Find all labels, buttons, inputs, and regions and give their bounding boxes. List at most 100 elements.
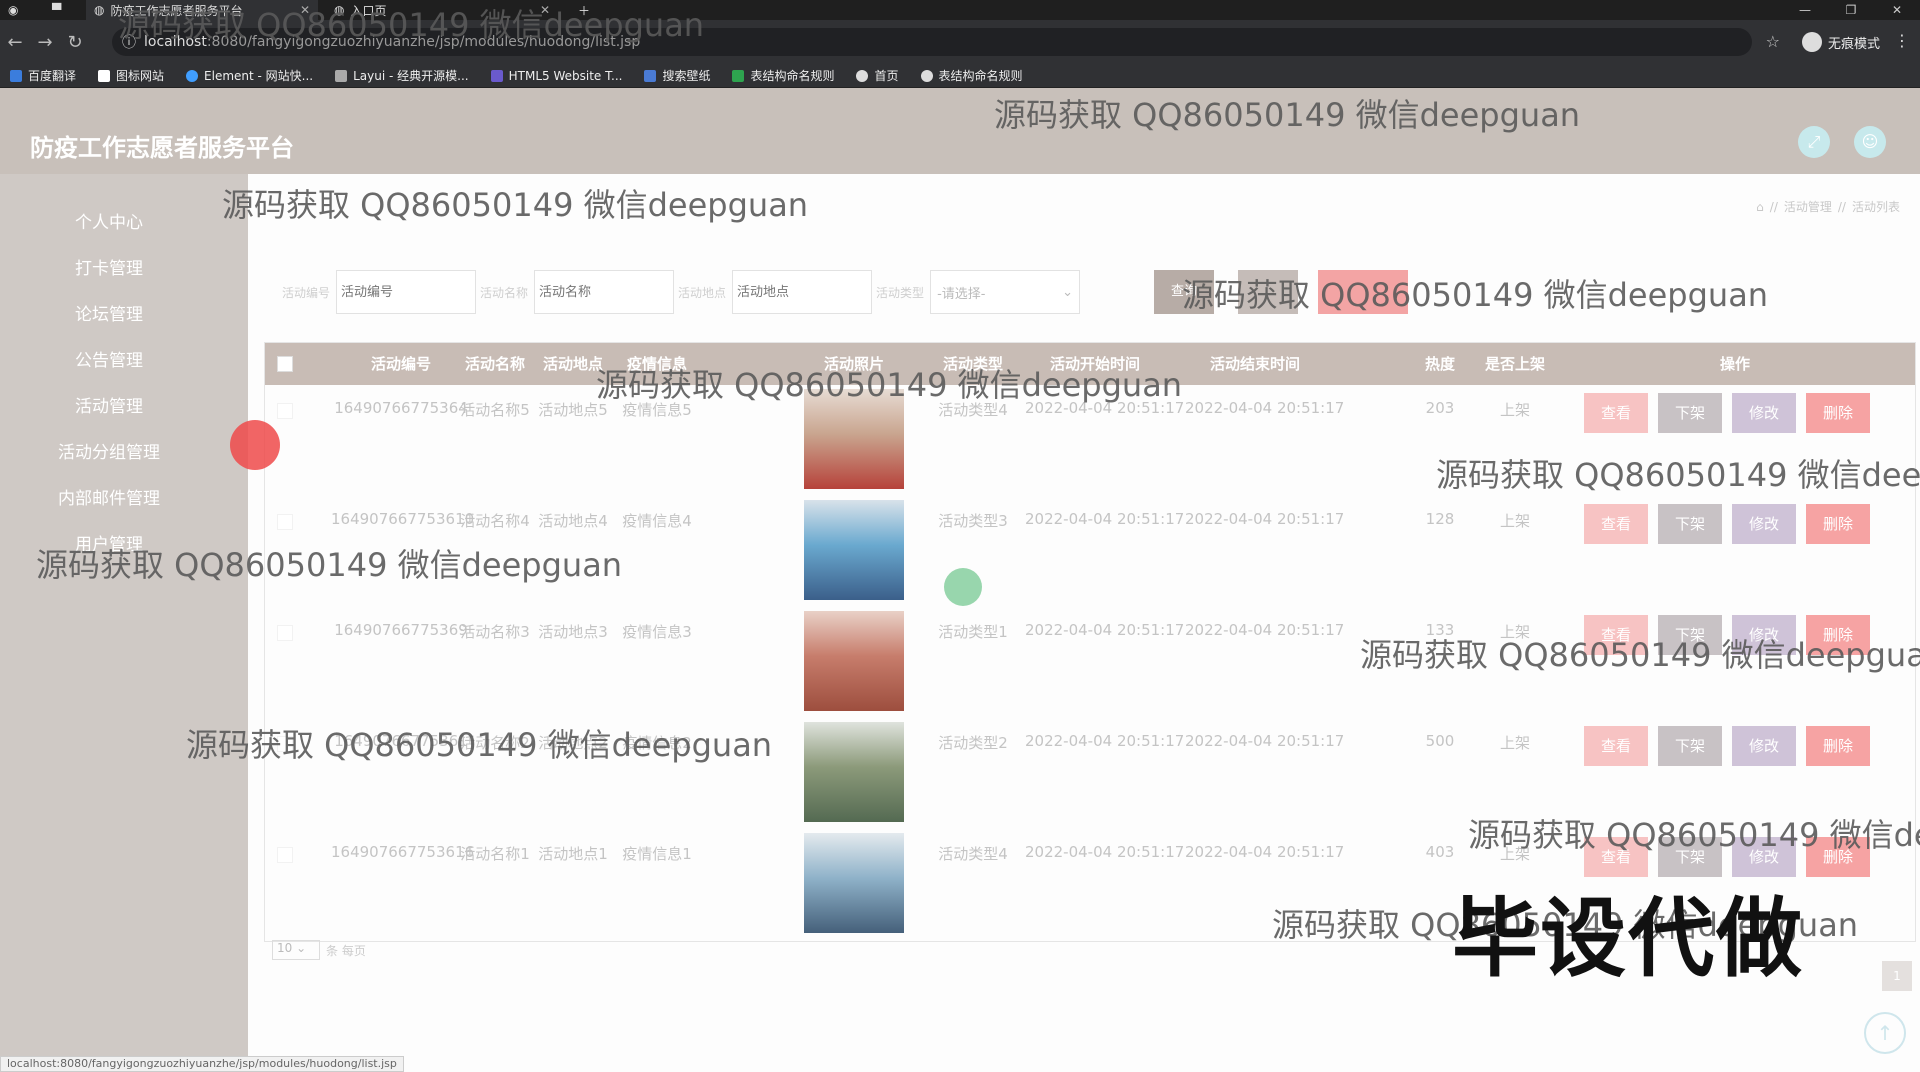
bookmark-star-icon[interactable]: ☆ [1766, 32, 1780, 51]
filter-label: 活动地点 [678, 285, 727, 300]
cell-start-time: 2022-04-04 20:51:17 [1025, 843, 1185, 861]
bookmark-item[interactable]: Layui - 经典开源模... [335, 67, 469, 84]
delete-button[interactable]: 删除 [1806, 726, 1870, 766]
activity-type-select[interactable]: -请选择- ⌄ [930, 270, 1081, 314]
watermark: 源码获取 QQ86050149 微信deepguan [1436, 456, 1920, 494]
globe-icon [920, 69, 933, 82]
bookmark-label: 搜索壁纸 [662, 69, 711, 83]
view-button[interactable]: 查看 [1584, 504, 1648, 544]
row-checkbox[interactable] [277, 847, 293, 863]
cell-status: 上架 [1499, 512, 1530, 530]
row-checkbox[interactable] [277, 514, 293, 530]
watermark: 源码获取 QQ86050149 微信deepguan [1468, 816, 1920, 854]
page-size-value: 10 [277, 941, 293, 955]
home-icon[interactable]: ⌂ [1756, 200, 1764, 214]
back-icon[interactable]: ← [0, 32, 30, 53]
row-checkbox[interactable] [277, 625, 293, 641]
cell-end-time: 2022-04-04 20:51:17 [1185, 732, 1345, 750]
activity-id-input[interactable] [336, 270, 477, 314]
edit-button[interactable]: 修改 [1732, 726, 1796, 766]
cell-heat: 203 [1425, 399, 1455, 417]
incognito-icon [1801, 32, 1822, 52]
select-all-checkbox[interactable] [277, 356, 293, 372]
watermark: 源码获取 QQ86050149 微信deepguan [36, 546, 623, 584]
sidebar-item-forum[interactable]: 论坛管理 [0, 300, 218, 325]
pagination-size: 10 ⌄ 条 每页 [272, 940, 366, 960]
sidebar-item-activity[interactable]: 活动管理 [0, 392, 218, 417]
edit-button[interactable]: 修改 [1732, 504, 1796, 544]
more-menu-icon[interactable]: ⋮ [1894, 31, 1910, 50]
click-indicator [230, 420, 280, 470]
select-value: -请选择- [937, 286, 986, 302]
tab-overview-icon[interactable]: ▀ [44, 0, 84, 20]
wallpaper-icon [644, 69, 657, 82]
breadcrumb: ⌂ // 活动管理 // 活动列表 [1756, 198, 1900, 215]
bookmarks-bar: 百度翻译 图标网站 Element - 网站快... Layui - 经典开源模… [0, 64, 1920, 88]
activity-name-input[interactable] [534, 270, 675, 314]
cell-epidemic-info: 疫情信息1 [622, 845, 692, 863]
watermark: 源码获取 QQ86050149 微信deepguan [186, 726, 773, 764]
page-size-suffix: 条 每页 [326, 943, 366, 958]
fullscreen-icon[interactable]: ⤢ [1798, 126, 1830, 158]
bookmark-label: Layui - 经典开源模... [353, 69, 469, 83]
forward-icon[interactable]: → [30, 32, 60, 53]
profile-button[interactable]: 无痕模式 [1801, 32, 1880, 52]
breadcrumb-separator: // [1837, 199, 1846, 214]
app-title: 防疫工作志愿者服务平台 [30, 134, 294, 162]
user-avatar-icon[interactable]: ☺ [1854, 126, 1886, 158]
delete-button[interactable]: 删除 [1806, 393, 1870, 433]
browser-menu-icon[interactable]: ◉ [0, 0, 40, 20]
filter-label: 活动名称 [480, 285, 529, 300]
bookmark-item[interactable]: 表结构命名规则 [920, 67, 1023, 84]
bookmark-item[interactable]: 表结构命名规则 [732, 67, 834, 84]
take-down-button[interactable]: 下架 [1658, 726, 1722, 766]
take-down-button[interactable]: 下架 [1658, 504, 1722, 544]
promo-watermark: 毕设代做 [1452, 889, 1804, 989]
column-header: 是否上架 [1484, 355, 1545, 373]
bookmark-item[interactable]: 百度翻译 [10, 67, 76, 84]
breadcrumb-item[interactable]: 活动管理 [1784, 198, 1832, 215]
page-size-select[interactable]: 10 ⌄ [272, 940, 320, 960]
cell-heat: 128 [1425, 510, 1455, 528]
html5-icon [490, 69, 503, 82]
close-window-icon[interactable]: ✕ [1874, 0, 1920, 20]
sidebar-item-notice[interactable]: 公告管理 [0, 346, 218, 371]
activity-photo [804, 722, 904, 822]
view-button[interactable]: 查看 [1584, 393, 1648, 433]
bookmark-item[interactable]: HTML5 Website T... [490, 69, 622, 83]
bookmark-item[interactable]: 首页 [856, 67, 899, 84]
breadcrumb-separator: // [1769, 199, 1778, 214]
sidebar-item-personal-center[interactable]: 个人中心 [0, 208, 218, 233]
cursor-highlight [944, 568, 982, 606]
table-icon [732, 69, 745, 82]
delete-button[interactable]: 删除 [1806, 504, 1870, 544]
back-to-top-icon[interactable]: ↑ [1864, 1012, 1906, 1054]
reload-icon[interactable]: ↻ [60, 32, 90, 53]
layui-icon [335, 69, 348, 82]
column-header: 活动结束时间 [1209, 355, 1300, 373]
cell-heat: 500 [1425, 732, 1455, 750]
view-button[interactable]: 查看 [1584, 726, 1648, 766]
activity-place-input[interactable] [732, 270, 873, 314]
cell-end-time: 2022-04-04 20:51:17 [1185, 510, 1345, 528]
cell-epidemic-info: 疫情信息3 [622, 623, 692, 641]
cell-start-time: 2022-04-04 20:51:17 [1025, 732, 1185, 750]
profile-label: 无痕模式 [1827, 36, 1880, 52]
page-number-button[interactable]: 1 [1882, 961, 1912, 991]
sidebar-item-checkin[interactable]: 打卡管理 [0, 254, 218, 279]
activity-photo [804, 833, 904, 933]
bookmark-item[interactable]: 图标网站 [98, 67, 164, 84]
bookmark-item[interactable]: 搜索壁纸 [644, 67, 710, 84]
restore-icon[interactable]: ❐ [1828, 0, 1874, 20]
status-bar-url: localhost:8080/fangyigongzuozhiyuanzhe/j… [0, 1056, 404, 1072]
sidebar-item-activity-group[interactable]: 活动分组管理 [0, 438, 218, 463]
cell-end-time: 2022-04-04 20:51:17 [1185, 621, 1345, 639]
minimize-icon[interactable]: — [1782, 0, 1828, 20]
edit-button[interactable]: 修改 [1732, 393, 1796, 433]
row-checkbox[interactable] [277, 403, 293, 419]
watermark: 源码获取 QQ86050149 微信deepguan [994, 96, 1581, 134]
take-down-button[interactable]: 下架 [1658, 393, 1722, 433]
bookmark-item[interactable]: Element - 网站快... [186, 67, 313, 84]
sidebar-item-internal-mail[interactable]: 内部邮件管理 [0, 484, 218, 509]
element-icon [186, 69, 199, 82]
